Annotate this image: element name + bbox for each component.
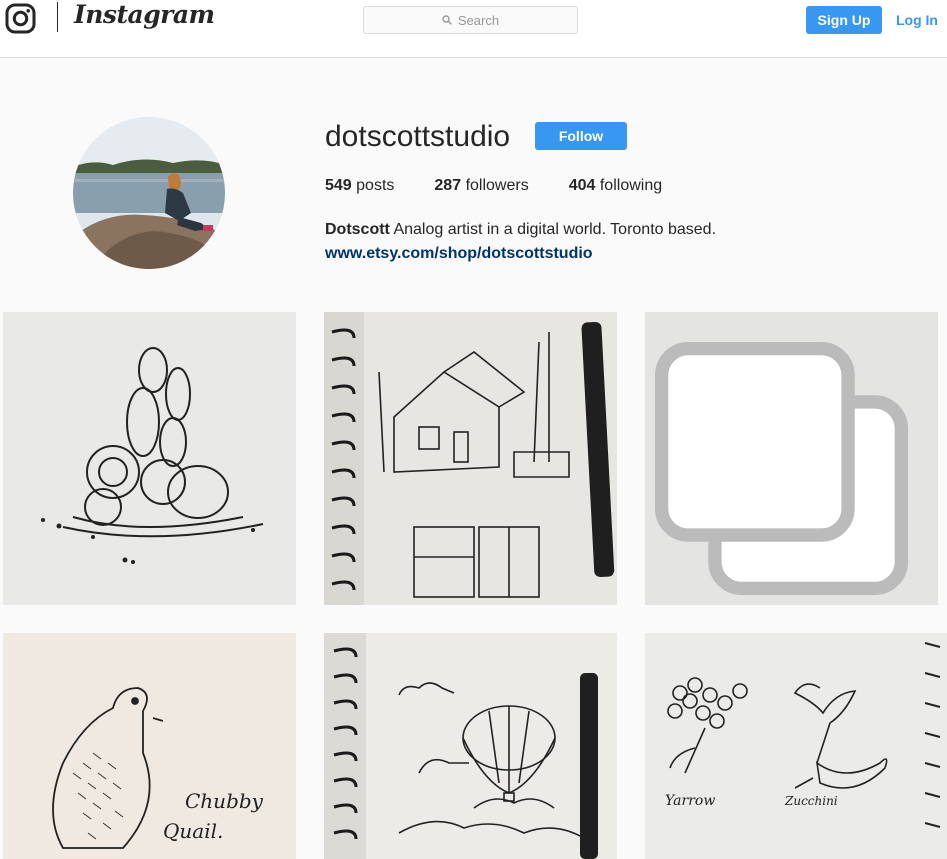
post-thumbnail[interactable]: Yarrow Zucchini — [645, 633, 947, 859]
sign-up-button[interactable]: Sign Up — [806, 6, 882, 34]
following-label: following — [599, 177, 663, 194]
profile-username: dotscottstudio — [325, 120, 511, 153]
profile-stats: 549 posts 287 followers 404 following — [325, 177, 702, 195]
yarrow-zucchini-sketch-image: Yarrow Zucchini — [645, 633, 947, 859]
posts-count: 549 — [325, 177, 352, 194]
zucchini-caption: Zucchini — [784, 794, 838, 808]
followers-label: followers — [465, 177, 529, 194]
bio-text: Analog artist in a digital world. Toront… — [393, 221, 717, 238]
followers-stat[interactable]: 287 followers — [434, 177, 528, 195]
following-count: 404 — [568, 177, 596, 194]
nav-divider — [57, 2, 58, 32]
posts-stat: 549 posts — [325, 177, 394, 195]
yarrow-caption: Yarrow — [665, 793, 715, 809]
hot-air-balloon-sketchbook-image — [324, 633, 617, 859]
post-thumbnail[interactable] — [3, 312, 296, 605]
quail-caption-line-1: Chubby — [185, 789, 264, 813]
instagram-logo-icon[interactable] — [5, 3, 36, 34]
follow-button[interactable]: Follow — [535, 122, 627, 150]
quail-caption-line-2: Quail. — [163, 819, 223, 843]
search-icon — [442, 15, 452, 25]
profile-avatar[interactable] — [73, 117, 225, 269]
search-placeholder: Search — [457, 12, 500, 28]
log-in-link[interactable]: Log In — [896, 12, 938, 28]
quail-sketch-image: Chubby Quail. — [3, 633, 296, 859]
post-thumbnail[interactable] — [324, 633, 617, 859]
avatar-photo — [73, 117, 225, 269]
multiple-photos-icon — [654, 341, 909, 596]
instagram-wordmark[interactable]: Instagram — [74, 0, 215, 29]
profile-full-name: Dotscott — [325, 221, 390, 238]
search-input[interactable]: Search — [363, 6, 578, 34]
posts-label: posts — [356, 177, 395, 194]
profile-website-link[interactable]: www.etsy.com/shop/dotscottstudio — [325, 242, 716, 266]
profile-bio: Dotscott Analog artist in a digital worl… — [325, 218, 716, 266]
followers-count: 287 — [434, 177, 462, 194]
following-stat[interactable]: 404 following — [569, 177, 662, 195]
post-thumbnail[interactable] — [645, 312, 938, 605]
top-nav: Instagram Search Sign Up Log In — [0, 0, 947, 58]
cactus-sketch-image — [3, 312, 296, 605]
post-thumbnail[interactable]: Chubby Quail. — [3, 633, 296, 859]
cabin-sketchbook-image — [324, 312, 617, 605]
post-thumbnail[interactable] — [324, 312, 617, 605]
